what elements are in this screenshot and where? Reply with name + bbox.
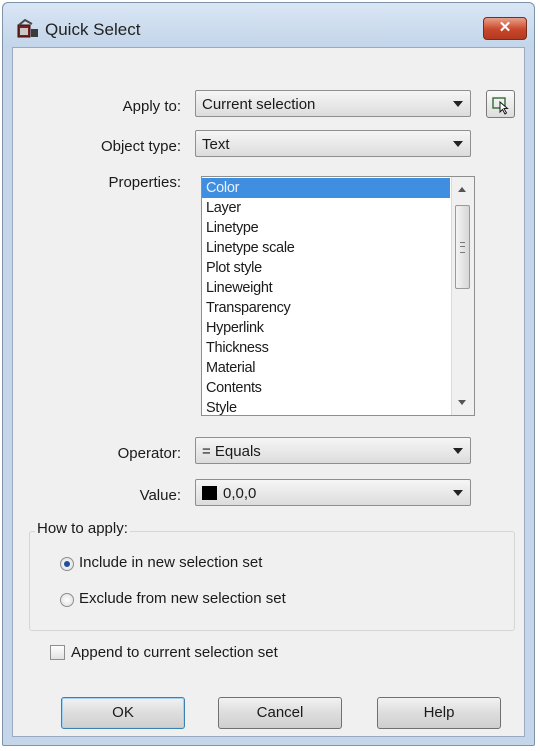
list-item-hyperlink[interactable]: Hyperlink bbox=[202, 318, 474, 338]
title-bar: Quick Select ✕ bbox=[3, 3, 534, 47]
list-item-contents[interactable]: Contents bbox=[202, 378, 474, 398]
how-to-apply-group bbox=[29, 531, 515, 631]
color-swatch bbox=[202, 486, 217, 500]
chevron-down-icon bbox=[453, 490, 463, 496]
list-item-layer[interactable]: Layer bbox=[202, 198, 474, 218]
properties-scrollbar[interactable] bbox=[451, 177, 474, 415]
close-icon: ✕ bbox=[498, 19, 512, 36]
list-item-transparency[interactable]: Transparency bbox=[202, 298, 474, 318]
list-item-linetype-scale[interactable]: Linetype scale bbox=[202, 238, 474, 258]
object-type-dropdown[interactable]: Text bbox=[195, 130, 471, 157]
list-item-color[interactable]: Color bbox=[202, 178, 450, 198]
list-item-thickness[interactable]: Thickness bbox=[202, 338, 474, 358]
list-item-style[interactable]: Style bbox=[202, 398, 474, 418]
ok-button[interactable]: OK bbox=[61, 697, 185, 729]
apply-to-dropdown[interactable]: Current selection bbox=[195, 90, 471, 117]
quick-select-app-icon bbox=[17, 18, 39, 39]
object-type-value: Text bbox=[202, 136, 230, 153]
chevron-down-icon bbox=[453, 448, 463, 454]
apply-to-label: Apply to: bbox=[122, 98, 181, 115]
properties-listbox[interactable]: Color Layer Linetype Linetype scale Plot… bbox=[201, 176, 475, 416]
list-item-linetype[interactable]: Linetype bbox=[202, 218, 474, 238]
list-item-plot-style[interactable]: Plot style bbox=[202, 258, 474, 278]
cancel-button[interactable]: Cancel bbox=[218, 697, 342, 729]
value-text: 0,0,0 bbox=[223, 485, 257, 502]
help-button[interactable]: Help bbox=[377, 697, 501, 729]
operator-value: = Equals bbox=[202, 443, 261, 460]
value-display: 0,0,0 bbox=[202, 485, 256, 502]
exclude-radio[interactable] bbox=[60, 593, 74, 607]
apply-to-value: Current selection bbox=[202, 96, 316, 113]
dialog-title: Quick Select bbox=[45, 20, 141, 39]
list-item-lineweight[interactable]: Lineweight bbox=[202, 278, 474, 298]
include-label[interactable]: Include in new selection set bbox=[79, 554, 262, 571]
value-dropdown[interactable]: 0,0,0 bbox=[195, 479, 471, 506]
grip-icon bbox=[460, 242, 465, 253]
scroll-down-icon[interactable] bbox=[458, 400, 466, 405]
select-objects-icon bbox=[492, 97, 509, 115]
value-label: Value: bbox=[139, 487, 181, 504]
select-objects-button[interactable] bbox=[486, 90, 515, 118]
object-type-label: Object type: bbox=[100, 138, 181, 155]
append-checkbox[interactable] bbox=[50, 645, 65, 660]
operator-label: Operator: bbox=[117, 445, 181, 462]
append-label[interactable]: Append to current selection set bbox=[71, 644, 278, 661]
quick-select-dialog: Quick Select ✕ Apply to: Current selecti… bbox=[2, 2, 535, 746]
exclude-label[interactable]: Exclude from new selection set bbox=[79, 590, 286, 607]
dialog-client-area: Apply to: Current selection Object type:… bbox=[12, 47, 525, 737]
chevron-down-icon bbox=[453, 141, 463, 147]
include-radio[interactable] bbox=[60, 557, 74, 571]
scrollbar-thumb[interactable] bbox=[455, 205, 470, 289]
list-item-material[interactable]: Material bbox=[202, 358, 474, 378]
chevron-down-icon bbox=[453, 101, 463, 107]
scroll-up-icon[interactable] bbox=[458, 187, 466, 192]
how-to-apply-title: How to apply: bbox=[35, 520, 130, 537]
close-button[interactable]: ✕ bbox=[483, 17, 527, 40]
operator-dropdown[interactable]: = Equals bbox=[195, 437, 471, 464]
properties-items: Color Layer Linetype Linetype scale Plot… bbox=[202, 178, 474, 418]
properties-label: Properties: bbox=[108, 174, 181, 191]
